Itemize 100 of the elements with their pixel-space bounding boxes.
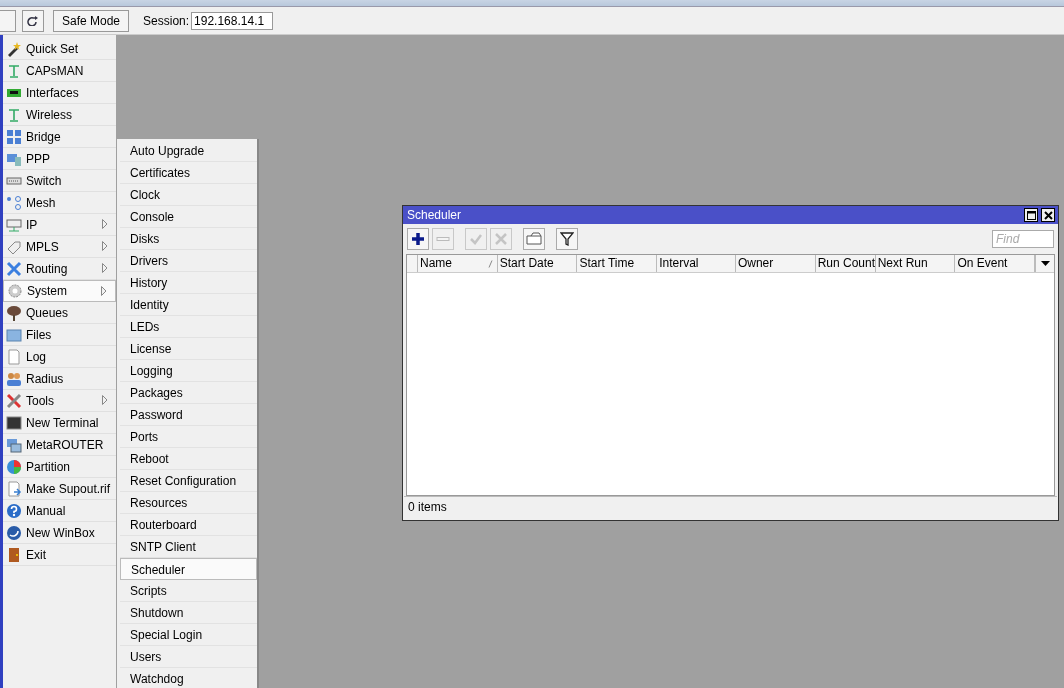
submenu-item[interactable]: Reboot — [120, 448, 257, 470]
session-label: Session: — [143, 13, 190, 28]
submenu-item[interactable]: Ports — [120, 426, 257, 448]
column-header[interactable]: Next Run — [875, 255, 956, 272]
menu-label: Exit — [26, 547, 46, 562]
menu-label: Interfaces — [26, 85, 79, 100]
submenu-item[interactable]: Reset Configuration — [120, 470, 257, 492]
column-header[interactable]: Interval — [657, 255, 736, 272]
menu-item[interactable]: Manual — [3, 500, 116, 522]
column-label: Interval — [659, 256, 699, 270]
menu-item[interactable]: System — [3, 280, 116, 302]
submenu-item[interactable]: Special Login — [120, 624, 257, 646]
note-icon — [526, 232, 542, 246]
submenu-item[interactable]: Resources — [120, 492, 257, 514]
menu-label: System — [27, 284, 67, 298]
document-icon — [6, 480, 22, 497]
submenu-item[interactable]: Drivers — [120, 250, 257, 272]
submenu-item[interactable]: Auto Upgrade — [120, 140, 257, 162]
document-icon — [6, 348, 22, 365]
column-label: Start Date — [499, 256, 554, 270]
window-title: Scheduler — [407, 208, 463, 222]
menu-item[interactable]: Make Supout.rif — [3, 478, 116, 500]
submenu-item[interactable]: Scheduler — [120, 558, 257, 580]
cross-icon — [494, 232, 508, 246]
menu-item[interactable]: New Terminal — [3, 412, 116, 434]
menu-label: Make Supout.rif — [26, 481, 111, 496]
tree-icon — [6, 304, 22, 321]
menu-label: Files — [26, 327, 52, 342]
submenu-item[interactable]: License — [120, 338, 257, 360]
menu-item[interactable]: Exit — [3, 544, 116, 566]
menu-item[interactable]: MetaROUTER — [3, 434, 116, 456]
menu-label: Wireless — [26, 107, 72, 122]
submenu-item[interactable]: History — [120, 272, 257, 294]
add-button[interactable] — [407, 228, 429, 250]
redo-button[interactable] — [22, 9, 44, 32]
menu-label: Routing — [26, 261, 68, 276]
submenu-item[interactable]: Console — [120, 206, 257, 228]
caret-icon — [1040, 261, 1050, 266]
menu-label: Partition — [26, 459, 71, 474]
submenu-item[interactable]: Watchdog — [120, 668, 257, 688]
people-icon — [6, 370, 22, 387]
menu-item[interactable]: New WinBox — [3, 522, 116, 544]
menu-label: Quick Set — [26, 41, 79, 56]
column-header[interactable]: Start Time — [577, 255, 658, 272]
menu-label: Queues — [26, 305, 69, 320]
menu-item[interactable]: Switch — [3, 170, 116, 192]
menu-item[interactable]: Interfaces — [3, 82, 116, 104]
maximize-button[interactable] — [1024, 208, 1038, 222]
comment-button[interactable] — [523, 228, 545, 250]
filter-icon — [560, 232, 574, 246]
find-field[interactable]: Find — [992, 230, 1054, 248]
menu-label: Tools — [26, 393, 54, 408]
menu-label: Mesh — [26, 195, 56, 210]
menu-item[interactable]: Bridge — [3, 126, 116, 148]
menu-label: IP — [26, 217, 38, 232]
help-icon — [6, 502, 22, 519]
menu-item[interactable]: Radius — [3, 368, 116, 390]
menu-item[interactable]: Queues — [3, 302, 116, 324]
filter-button[interactable] — [556, 228, 578, 250]
menu-item[interactable]: Tools — [3, 390, 116, 412]
submenu-item[interactable]: Users — [120, 646, 257, 668]
menu-item[interactable]: Log — [3, 346, 116, 368]
submenu-item[interactable]: Logging — [120, 360, 257, 382]
submenu-item[interactable]: Certificates — [120, 162, 257, 184]
submenu-item[interactable]: Clock — [120, 184, 257, 206]
submenu-item[interactable]: Shutdown — [120, 602, 257, 624]
submenu-item[interactable]: Routerboard — [120, 514, 257, 536]
menu-item[interactable]: PPP — [3, 148, 116, 170]
folder-icon — [6, 326, 22, 343]
session-field[interactable]: 192.168.14.1 — [191, 11, 274, 30]
submenu-item[interactable]: Scripts — [120, 580, 257, 602]
door-icon — [6, 546, 22, 563]
column-header[interactable]: Run Count — [815, 255, 876, 272]
redo-icon — [27, 15, 39, 26]
submenu-item[interactable]: Packages — [120, 382, 257, 404]
submenu-item[interactable]: Identity — [120, 294, 257, 316]
wand-icon — [6, 40, 22, 57]
safe-mode-button[interactable]: Safe Mode — [53, 9, 130, 32]
arrows-icon — [6, 260, 22, 277]
monitors-icon — [6, 436, 22, 453]
submenu-item[interactable]: Disks — [120, 228, 257, 250]
menu-item[interactable]: Files — [3, 324, 116, 346]
menu-item[interactable]: MPLS — [3, 236, 116, 258]
column-header[interactable]: Start Date — [497, 255, 578, 272]
status-text: 0 items — [408, 500, 447, 514]
column-header[interactable]: Owner — [735, 255, 816, 272]
menu-item[interactable]: Partition — [3, 456, 116, 478]
column-label: Start Time — [579, 256, 635, 270]
menu-label: New WinBox — [26, 525, 95, 540]
submenu-item[interactable]: LEDs — [120, 316, 257, 338]
column-header[interactable]: On Event — [955, 255, 1036, 272]
menu-label: MPLS — [26, 239, 59, 254]
pie-chart-icon — [6, 458, 22, 475]
back-button[interactable] — [0, 9, 16, 32]
menu-label: Bridge — [26, 129, 61, 144]
menu-item[interactable]: IP — [3, 214, 116, 236]
close-button[interactable] — [1041, 208, 1055, 222]
column-header[interactable]: Name — [417, 255, 498, 272]
submenu-item[interactable]: Password — [120, 404, 257, 426]
menu-label: PPP — [26, 151, 50, 166]
